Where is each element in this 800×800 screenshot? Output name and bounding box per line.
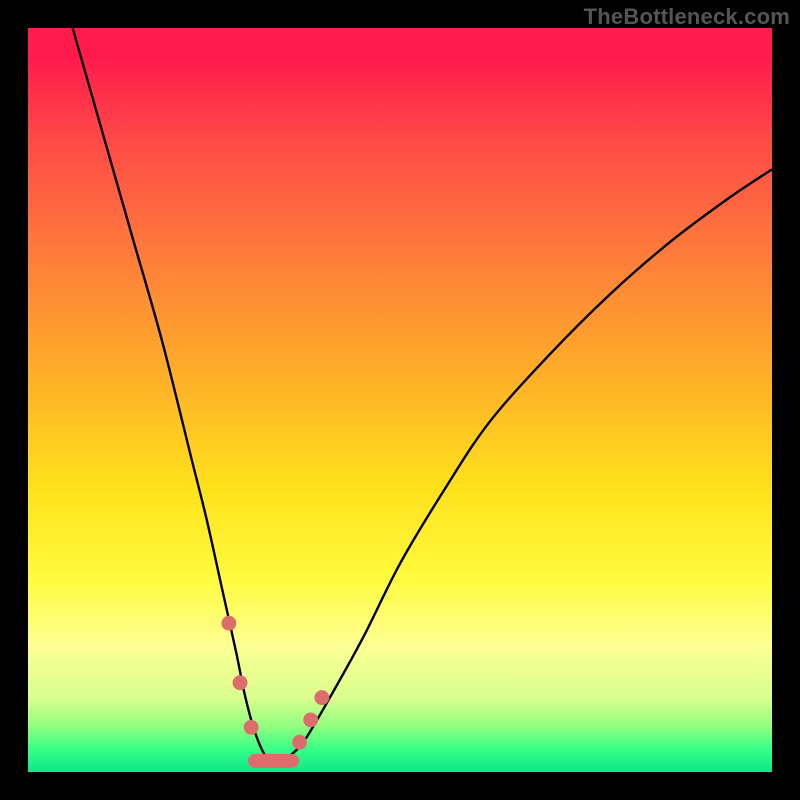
marker-dot	[233, 675, 248, 690]
attribution-text: TheBottleneck.com	[584, 4, 790, 30]
curve-svg	[28, 28, 772, 772]
chart-frame: TheBottleneck.com	[0, 0, 800, 800]
plot-area	[28, 28, 772, 772]
marker-dot	[221, 616, 236, 631]
marker-group	[221, 616, 329, 761]
bottleneck-curve	[73, 28, 772, 765]
marker-dot	[244, 720, 259, 735]
marker-dot	[314, 690, 329, 705]
marker-dot	[292, 735, 307, 750]
marker-dot	[303, 712, 318, 727]
